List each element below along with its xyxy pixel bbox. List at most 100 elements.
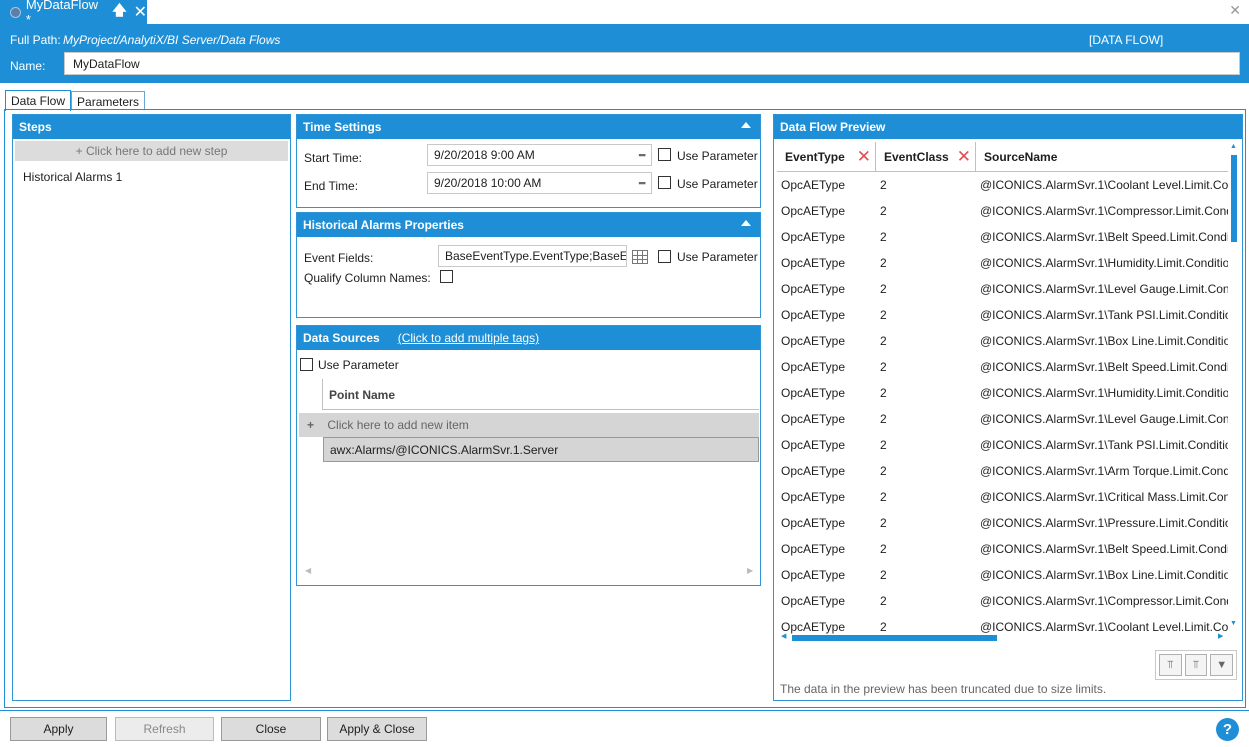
start-time-field[interactable]: 9/20/2018 9:00 AM ▪▪▪	[427, 144, 652, 166]
data-sources-use-parameter-checkbox[interactable]	[300, 358, 313, 371]
column-header-eventtype[interactable]: EventType ✕	[777, 142, 876, 172]
pin-icon[interactable]: 🡅	[112, 0, 126, 24]
column-header-label: EventClass	[884, 150, 949, 164]
table-row[interactable]: OpcAEType 2 @ICONICS.AlarmSvr.1\Box Line.L…	[777, 328, 1228, 354]
window-close-icon[interactable]: ✕	[1229, 2, 1241, 19]
end-use-parameter-label: Use Parameter	[677, 177, 758, 191]
field-picker-icon[interactable]	[632, 250, 648, 264]
table-cell: OpcAEType	[781, 594, 846, 608]
collapse-caret-icon[interactable]	[741, 122, 751, 128]
table-cell: OpcAEType	[781, 438, 846, 452]
table-row[interactable]: OpcAEType 2 @ICONICS.AlarmSvr.1\Belt Speed…	[777, 224, 1228, 250]
refresh-button[interactable]: Refresh	[115, 717, 214, 741]
date-picker-icon[interactable]: ▪▪▪	[638, 150, 646, 160]
table-row[interactable]: OpcAEType 2 @ICONICS.AlarmSvr.1\Critical M…	[777, 484, 1228, 510]
document-tab[interactable]: MyDataFlow * 🡅 ✕	[0, 0, 147, 27]
table-row[interactable]: OpcAEType 2 @ICONICS.AlarmSvr.1\Belt Speed…	[777, 536, 1228, 562]
name-input[interactable]	[64, 52, 1240, 75]
column-header-label: SourceName	[984, 150, 1058, 164]
table-row[interactable]: OpcAEType 2 @ICONICS.AlarmSvr.1\Pressure.L…	[777, 510, 1228, 536]
time-settings-header[interactable]: Time Settings	[297, 115, 760, 139]
table-cell: 2	[880, 204, 887, 218]
table-row[interactable]: OpcAEType 2 @ICONICS.AlarmSvr.1\Level Gaug…	[777, 406, 1228, 432]
scroll-right-icon[interactable]: ▶	[747, 566, 753, 575]
preview-toolbar: ⫪ ⫪ ▼	[1155, 650, 1237, 680]
table-cell: @ICONICS.AlarmSvr.1\Level Gauge.Limit.Co…	[980, 412, 1228, 426]
remove-column-tool-icon[interactable]: ⫪	[1184, 654, 1208, 676]
table-row[interactable]: OpcAEType 2 @ICONICS.AlarmSvr.1\Belt Speed…	[777, 354, 1228, 380]
table-cell: @ICONICS.AlarmSvr.1\Box Line.Limit.Condi…	[980, 334, 1228, 348]
horizontal-scrollbar-thumb[interactable]	[792, 635, 997, 641]
remove-column-icon[interactable]: ✕	[957, 147, 971, 167]
table-cell: OpcAEType	[781, 464, 846, 478]
scroll-down-icon[interactable]: ▼	[1230, 620, 1237, 627]
table-row[interactable]: OpcAEType 2 @ICONICS.AlarmSvr.1\Tank PSI.L…	[777, 432, 1228, 458]
filter-icon[interactable]: ▼	[1210, 654, 1234, 676]
add-step-button[interactable]: + Click here to add new step	[15, 141, 288, 161]
table-cell: OpcAEType	[781, 516, 846, 530]
tab-data-flow[interactable]: Data Flow	[5, 90, 72, 111]
data-sources-header: Data Sources (Click to add multiple tags…	[297, 326, 760, 350]
collapse-caret-icon[interactable]	[741, 220, 751, 226]
table-row[interactable]: OpcAEType 2 @ICONICS.AlarmSvr.1\Arm Torque…	[777, 458, 1228, 484]
preview-grid-header: EventType ✕ EventClass ✕ SourceName	[777, 142, 1228, 172]
table-cell: 2	[880, 438, 887, 452]
vertical-scrollbar-thumb[interactable]	[1231, 155, 1237, 242]
point-name-column-header[interactable]: Point Name	[322, 379, 759, 410]
end-time-field[interactable]: 9/20/2018 10:00 AM ▪▪▪	[427, 172, 652, 194]
add-multiple-tags-link[interactable]: (Click to add multiple tags)	[398, 331, 539, 345]
point-row[interactable]: awx:Alarms/@ICONICS.AlarmSvr.1.Server	[323, 437, 759, 462]
historical-alarms-panel: Historical Alarms Properties Event Field…	[296, 212, 761, 318]
event-fields-use-parameter-checkbox[interactable]	[658, 250, 671, 263]
scroll-up-icon[interactable]: ▲	[1230, 143, 1237, 150]
table-row[interactable]: OpcAEType 2 @ICONICS.AlarmSvr.1\Box Line.L…	[777, 562, 1228, 588]
scroll-right-icon[interactable]: ▶	[1218, 632, 1223, 640]
column-header-eventclass[interactable]: EventClass ✕	[876, 142, 976, 172]
table-cell: @ICONICS.AlarmSvr.1\Humidity.Limit.Condi…	[980, 386, 1228, 400]
full-path-label: Full Path:	[10, 33, 61, 47]
table-cell: @ICONICS.AlarmSvr.1\Belt Speed.Limit.Con…	[980, 360, 1228, 374]
table-cell: 2	[880, 568, 887, 582]
table-row[interactable]: OpcAEType 2 @ICONICS.AlarmSvr.1\Compressor…	[777, 588, 1228, 614]
table-cell: 2	[880, 360, 887, 374]
add-column-icon[interactable]: ⫪	[1159, 654, 1182, 676]
date-picker-icon[interactable]: ▪▪▪	[638, 178, 646, 188]
table-cell: @ICONICS.AlarmSvr.1\Compressor.Limit.Con…	[980, 204, 1228, 218]
table-row[interactable]: OpcAEType 2 @ICONICS.AlarmSvr.1\Humidity.L…	[777, 250, 1228, 276]
qualify-column-names-checkbox[interactable]	[440, 270, 453, 283]
step-item[interactable]: Historical Alarms 1	[13, 161, 290, 193]
table-row[interactable]: OpcAEType 2 @ICONICS.AlarmSvr.1\Coolant Le…	[777, 172, 1228, 198]
table-cell: @ICONICS.AlarmSvr.1\Coolant Level.Limit.…	[980, 620, 1228, 634]
table-cell: OpcAEType	[781, 490, 846, 504]
item-kind: [DATA FLOW]	[1089, 33, 1164, 47]
table-row[interactable]: OpcAEType 2 @ICONICS.AlarmSvr.1\Compressor…	[777, 198, 1228, 224]
title-bar: MyDataFlow * 🡅 ✕ ✕	[0, 0, 1249, 27]
scroll-left-icon[interactable]: ◀	[781, 632, 786, 640]
column-header-sourcename[interactable]: SourceName	[976, 142, 1228, 172]
event-fields-field[interactable]: BaseEventType.EventType;BaseEventType.Ev…	[438, 245, 627, 267]
table-cell: 2	[880, 178, 887, 192]
start-use-parameter-label: Use Parameter	[677, 149, 758, 163]
remove-column-icon[interactable]: ✕	[857, 147, 871, 167]
table-row[interactable]: OpcAEType 2 @ICONICS.AlarmSvr.1\Humidity.L…	[777, 380, 1228, 406]
table-row[interactable]: OpcAEType 2 @ICONICS.AlarmSvr.1\Tank PSI.L…	[777, 302, 1228, 328]
apply-button[interactable]: Apply	[10, 717, 107, 741]
steps-title: Steps	[19, 120, 52, 134]
table-cell: OpcAEType	[781, 256, 846, 270]
table-row[interactable]: OpcAEType 2 @ICONICS.AlarmSvr.1\Level Gaug…	[777, 276, 1228, 302]
add-item-button[interactable]: + Click here to add new item	[299, 413, 759, 437]
historical-alarms-header[interactable]: Historical Alarms Properties	[297, 213, 760, 237]
apply-close-button[interactable]: Apply & Close	[327, 717, 427, 741]
table-cell: @ICONICS.AlarmSvr.1\Critical Mass.Limit.…	[980, 490, 1228, 504]
document-title: MyDataFlow *	[25, 0, 99, 27]
close-button[interactable]: Close	[221, 717, 321, 741]
tab-parameters[interactable]: Parameters	[71, 91, 146, 110]
preview-header: Data Flow Preview	[774, 115, 1242, 139]
help-icon[interactable]: ?	[1216, 718, 1239, 741]
column-header-label: EventType	[785, 150, 845, 164]
start-use-parameter-checkbox[interactable]	[658, 148, 671, 161]
scroll-left-icon[interactable]: ◀	[305, 566, 311, 575]
close-tab-icon[interactable]: ✕	[134, 2, 147, 22]
table-cell: 2	[880, 308, 887, 322]
end-use-parameter-checkbox[interactable]	[658, 176, 671, 189]
